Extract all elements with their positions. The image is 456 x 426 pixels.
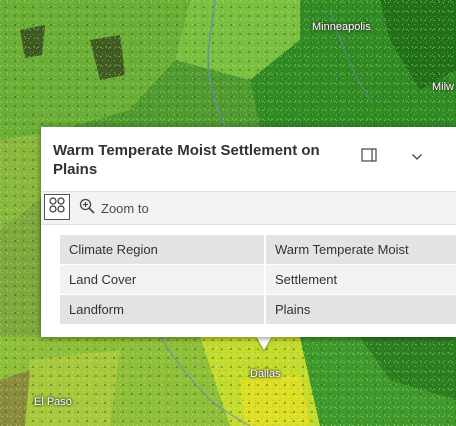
table-row: Climate Region Warm Temperate Moist <box>60 235 456 265</box>
field-name: Landform <box>60 294 266 325</box>
chevron-down-icon <box>411 148 423 166</box>
dock-button[interactable] <box>357 145 381 169</box>
feature-popup: Warm Temperate Moist Settlement on Plain… <box>41 127 456 337</box>
field-value: Settlement <box>265 264 456 295</box>
popup-actions-bar: Zoom to <box>41 191 456 225</box>
attribute-table: Climate Region Warm Temperate Moist Land… <box>60 235 456 325</box>
field-name: Land Cover <box>60 264 266 295</box>
city-label-milwaukee: Milw <box>432 81 454 93</box>
city-label-el-paso: El Paso <box>34 396 72 408</box>
city-label-minneapolis: Minneapolis <box>312 21 371 33</box>
field-value: Plains <box>265 294 456 325</box>
table-row: Landform Plains <box>60 294 456 325</box>
field-value: Warm Temperate Moist <box>265 235 456 265</box>
dock-side-icon <box>361 147 377 167</box>
zoom-in-magnifier-icon <box>79 198 95 219</box>
zoom-to-label: Zoom to <box>101 200 149 216</box>
popup-title: Warm Temperate Moist Settlement on Plain… <box>53 142 320 178</box>
popup-header: Warm Temperate Moist Settlement on Plain… <box>41 127 456 191</box>
table-row: Land Cover Settlement <box>60 264 456 295</box>
features-list-icon <box>48 196 66 219</box>
popup-pointer <box>256 336 272 350</box>
field-name: Climate Region <box>60 235 266 265</box>
features-list-button[interactable] <box>44 194 70 220</box>
collapse-button[interactable] <box>405 145 429 169</box>
zoom-to-button[interactable]: Zoom to <box>79 198 149 218</box>
city-label-dallas: Dallas <box>250 368 281 380</box>
